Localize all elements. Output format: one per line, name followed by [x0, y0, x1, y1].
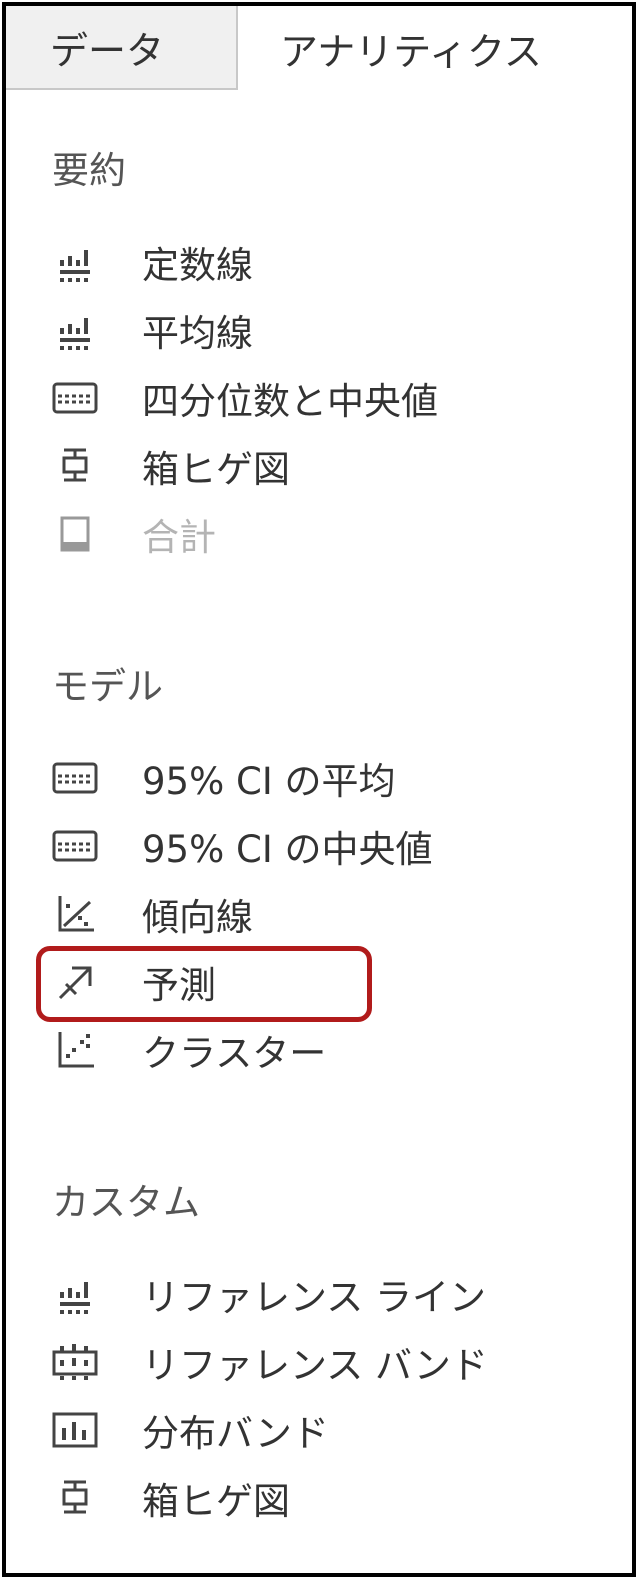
item-cluster[interactable]: クラスター: [50, 1020, 610, 1080]
item-label: 95% CI の平均: [142, 760, 396, 803]
item-constant-line[interactable]: 定数線: [50, 232, 610, 292]
tab-analytics-label: アナリティクス: [280, 29, 542, 74]
item-reference-band[interactable]: リファレンス バンド: [50, 1332, 610, 1392]
trend-line-icon: [50, 892, 100, 936]
section-header-summary: 要約: [52, 149, 126, 192]
item-label: リファレンス バンド: [142, 1344, 488, 1387]
item-ci-median[interactable]: 95% CI の中央値: [50, 816, 610, 876]
item-label: リファレンス ライン: [142, 1276, 487, 1319]
item-distribution-band[interactable]: 分布バンド: [50, 1400, 610, 1460]
band-icon: [50, 756, 100, 800]
item-label: 分布バンド: [142, 1412, 329, 1455]
band-icon: [50, 824, 100, 868]
reference-line-icon: [50, 240, 100, 284]
item-label: 箱ヒゲ図: [142, 448, 290, 491]
box-plot-icon: [50, 1476, 100, 1520]
reference-line-icon: [50, 308, 100, 352]
analytics-pane: データ アナリティクス 要約 定数線 平均線 四分位数と中央値 箱ヒゲ図 合計 …: [2, 2, 636, 1577]
reference-line-icon: [50, 1272, 100, 1316]
tab-bar: データ アナリティクス: [6, 6, 632, 94]
item-label: 定数線: [142, 244, 253, 287]
tab-data[interactable]: データ: [6, 6, 238, 90]
band-icon: [50, 376, 100, 420]
item-label: クラスター: [142, 1032, 327, 1075]
item-reference-line[interactable]: リファレンス ライン: [50, 1264, 610, 1324]
item-label: 95% CI の中央値: [142, 828, 433, 871]
item-label: 箱ヒゲ図: [142, 1480, 290, 1523]
tab-analytics[interactable]: アナリティクス: [240, 6, 632, 90]
item-box-plot-custom[interactable]: 箱ヒゲ図: [50, 1468, 610, 1528]
item-label: 平均線: [142, 312, 253, 355]
totals-icon: [50, 512, 100, 556]
highlight-box: [36, 946, 372, 1022]
item-label: 四分位数と中央値: [142, 380, 438, 423]
item-trend-line[interactable]: 傾向線: [50, 884, 610, 944]
item-label: 傾向線: [142, 896, 253, 939]
item-label: 合計: [142, 516, 216, 559]
box-plot-icon: [50, 444, 100, 488]
item-ci-mean[interactable]: 95% CI の平均: [50, 748, 610, 808]
section-header-model: モデル: [52, 665, 163, 708]
tab-data-label: データ: [50, 28, 165, 73]
item-average-line[interactable]: 平均線: [50, 300, 610, 360]
item-box-plot[interactable]: 箱ヒゲ図: [50, 436, 610, 496]
cluster-icon: [50, 1028, 100, 1072]
distribution-band-icon: [50, 1408, 100, 1452]
section-header-custom: カスタム: [52, 1181, 200, 1224]
item-quartiles-median[interactable]: 四分位数と中央値: [50, 368, 610, 428]
reference-band-icon: [50, 1340, 100, 1384]
item-totals: 合計: [50, 504, 610, 564]
